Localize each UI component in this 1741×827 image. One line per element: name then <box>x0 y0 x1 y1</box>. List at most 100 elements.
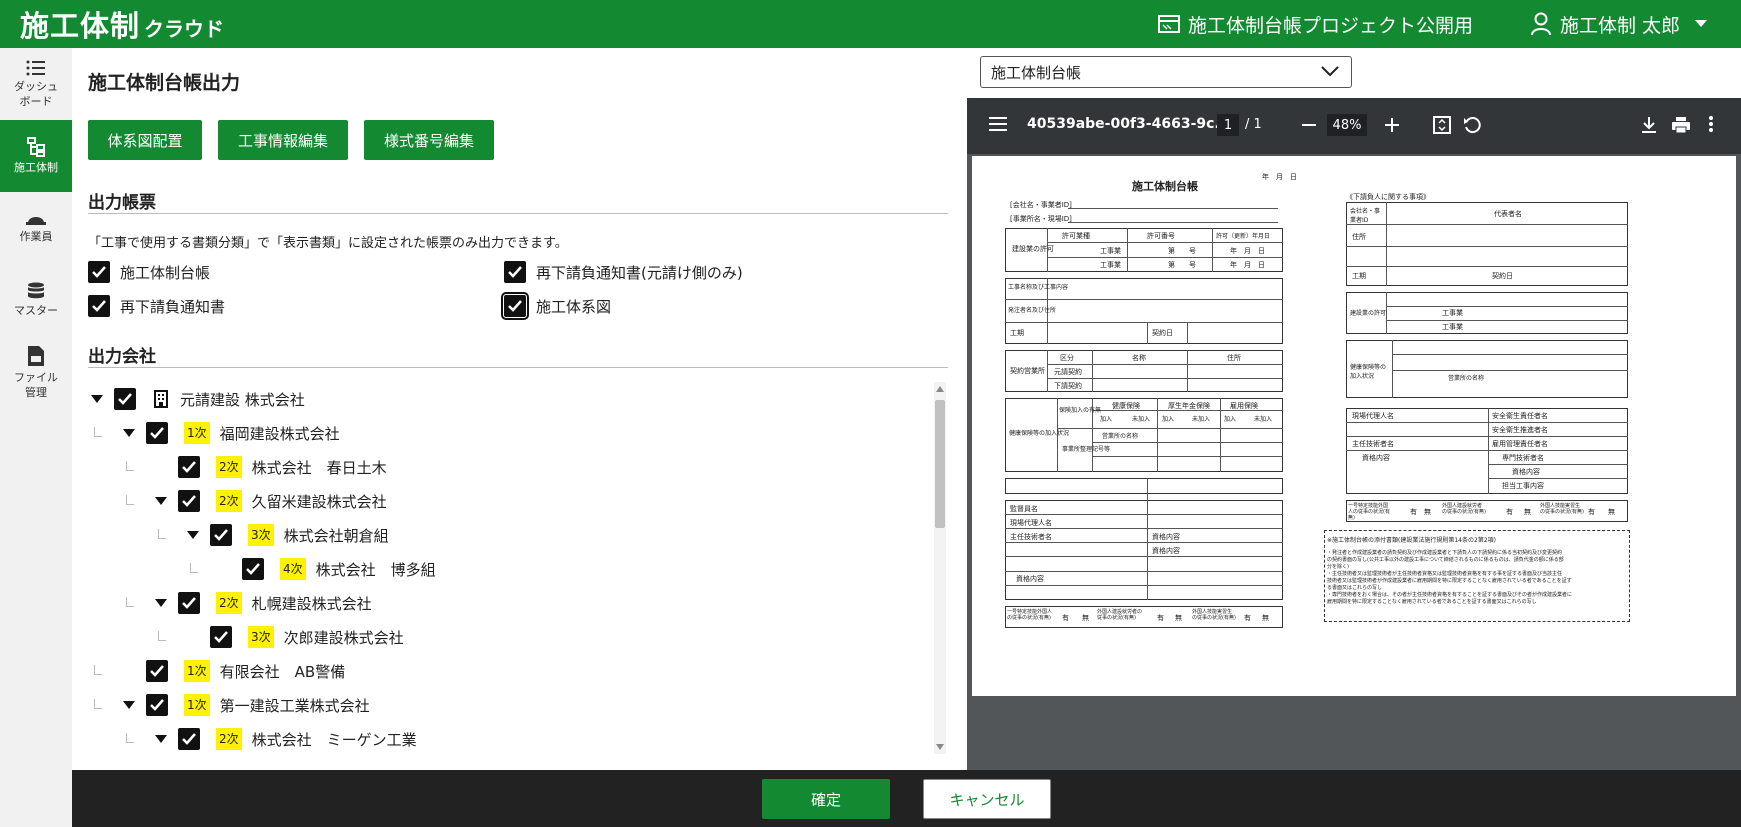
tree-scrollbar[interactable] <box>934 382 946 754</box>
edit-form-number-button[interactable]: 様式番号編集 <box>364 120 494 160</box>
company-name: 次郎建設株式会社 <box>283 628 404 647</box>
tree-row[interactable]: 3次 株式会社朝倉組 <box>184 518 389 552</box>
sidebar-item-system[interactable]: 施工体制 <box>0 120 72 192</box>
doc-yes: 有 <box>1410 508 1417 516</box>
checkbox-checked-icon[interactable] <box>210 524 232 546</box>
doc-field-agent: 現場代理人名 <box>1010 519 1052 527</box>
rotate-icon[interactable] <box>1463 116 1481 134</box>
company-name: 札幌建設株式会社 <box>251 594 372 613</box>
tree-row[interactable]: 3次 次郎建設株式会社 <box>210 620 404 654</box>
doc-attachment-line: 分を除く) <box>1327 564 1349 570</box>
app-logo[interactable]: 施工体制 クラウド <box>20 3 224 45</box>
tree-row[interactable]: 1次 第一建設工業株式会社 <box>120 688 370 722</box>
checkbox-checked-icon[interactable] <box>146 422 168 444</box>
checkbox-checked-icon[interactable] <box>501 292 529 320</box>
tree-row[interactable]: 2次 株式会社 春日土木 <box>178 450 387 484</box>
caret-down-icon[interactable] <box>120 701 138 709</box>
zoom-in-icon[interactable] <box>1385 118 1399 132</box>
doc-date: 年 月 日 <box>1262 173 1297 181</box>
company-tree: 元請建設 株式会社 1次 福岡建設株式会社 2次 株式会社 春日土木 2次 久留… <box>88 382 940 754</box>
checkbox-checked-icon[interactable] <box>178 728 200 750</box>
checkbox-checked-icon[interactable] <box>146 660 168 682</box>
sidebar-item-dashboard[interactable]: ダッシュ ボード <box>0 48 72 120</box>
caret-down-icon[interactable] <box>88 395 106 403</box>
main-panel: 施工体制台帳出力 体系図配置 工事情報編集 様式番号編集 出力帳票 「工事で使用… <box>72 48 962 770</box>
caret-down-icon[interactable] <box>120 429 138 437</box>
tree-row[interactable]: 4次 株式会社 博多組 <box>242 552 436 586</box>
checkbox-checked-icon[interactable] <box>504 261 526 283</box>
zoom-out-icon[interactable] <box>1302 124 1316 126</box>
page-number-input[interactable]: 1 <box>1217 114 1239 136</box>
form-checkbox-resub[interactable]: 再下請負通知書 <box>88 295 225 317</box>
tree-row[interactable]: 元請建設 株式会社 <box>88 382 305 416</box>
more-options-icon[interactable] <box>1709 116 1713 132</box>
doc-safety: 安全衛生責任者名 <box>1492 412 1548 420</box>
doc-qualification: 資格内容 <box>1152 533 1180 541</box>
doc-attachment-line: ・発注者と作成建設業者の請負契約及び作成建設業者と下請負人の下請契約に係る当初契… <box>1327 550 1563 556</box>
checkbox-checked-icon[interactable] <box>178 592 200 614</box>
checkbox-checked-icon[interactable] <box>88 261 110 283</box>
tier-badge: 1次 <box>184 660 210 682</box>
diagram-layout-button[interactable]: 体系図配置 <box>88 120 202 160</box>
sidebar-item-workers[interactable]: 作業員 <box>0 192 72 264</box>
doc-company-field: [会社名・事業者ID] <box>1010 201 1072 209</box>
menu-icon[interactable] <box>989 116 1007 132</box>
doc-contract-row: 下請契約 <box>1054 382 1082 390</box>
tier-badge: 4次 <box>280 558 306 580</box>
scroll-down-icon[interactable] <box>936 744 944 750</box>
confirm-button[interactable]: 確定 <box>762 779 890 819</box>
caret-down-icon[interactable] <box>184 531 202 539</box>
user-menu[interactable]: 施工体制 太郎 <box>1530 0 1708 48</box>
doc-qualification: 資格内容 <box>1016 575 1044 583</box>
tree-connector <box>126 733 134 743</box>
doc-qualification: 資格内容 <box>1152 547 1180 555</box>
doc-project-name: 工事名称及び工事内容 <box>1008 284 1069 291</box>
pdf-file-name: 40539abe-00f3-4663-9c... <box>1027 116 1231 132</box>
print-icon[interactable] <box>1671 116 1691 134</box>
sidebar-label-workers: 作業員 <box>19 230 53 243</box>
checkbox-checked-icon[interactable] <box>210 626 232 648</box>
sidebar-label-master: マスター <box>14 304 58 317</box>
tree-row[interactable]: 2次 久留米建設株式会社 <box>152 484 387 518</box>
form-label: 再下請負通知書(元請け側のみ) <box>536 263 743 282</box>
project-selector[interactable]: 施工体制台帳プロジェクト公開用 <box>1158 0 1473 48</box>
tree-row[interactable]: 1次 有限会社 AB警備 <box>146 654 345 688</box>
scrollbar-thumb[interactable] <box>935 400 945 528</box>
document-select[interactable]: 施工体制台帳 <box>980 56 1352 88</box>
checkbox-checked-icon[interactable] <box>114 388 136 410</box>
doc-permit-col: 許可業種 <box>1062 232 1090 240</box>
doc-join: 加入 <box>1100 416 1113 423</box>
scroll-up-icon[interactable] <box>936 386 944 392</box>
checkbox-checked-icon[interactable] <box>88 295 110 317</box>
tree-row[interactable]: 2次 札幌建設株式会社 <box>152 586 372 620</box>
edit-construction-info-button[interactable]: 工事情報編集 <box>218 120 348 160</box>
checkbox-checked-icon[interactable] <box>146 694 168 716</box>
doc-attachment-line: 雇用期間を特に限定することなく雇用されている者であることを証する書面又はこれらの… <box>1327 599 1537 605</box>
tree-row[interactable]: 2次 株式会社 ミーゲン工業 <box>152 722 417 754</box>
form-checkbox-resub-prime[interactable]: 再下請負通知書(元請け側のみ) <box>504 261 743 283</box>
doc-num: 第 号 <box>1168 247 1196 255</box>
form-checkbox-diagram[interactable]: 施工体系図 <box>501 292 611 320</box>
caret-down-icon[interactable] <box>152 497 170 505</box>
form-checkbox-ledger[interactable]: 施工体制台帳 <box>88 261 210 283</box>
checkbox-checked-icon[interactable] <box>178 456 200 478</box>
checkbox-checked-icon[interactable] <box>178 490 200 512</box>
caret-down-icon[interactable] <box>152 735 170 743</box>
caret-down-icon[interactable] <box>152 599 170 607</box>
cancel-button[interactable]: キャンセル <box>923 779 1051 819</box>
download-icon[interactable] <box>1641 116 1657 134</box>
chevron-down-icon[interactable] <box>1694 19 1708 29</box>
checkbox-checked-icon[interactable] <box>242 558 264 580</box>
zoom-level[interactable]: 48% <box>1327 114 1367 136</box>
tree-connector <box>94 427 102 437</box>
doc-office-name-right: 営業所の名称 <box>1448 375 1485 382</box>
doc-insurance-col: 健康保険 <box>1112 402 1140 410</box>
sidebar-item-master[interactable]: マスター <box>0 264 72 336</box>
tree-row[interactable]: 1次 福岡建設株式会社 <box>120 416 340 450</box>
sidebar-item-files[interactable]: ファイル 管理 <box>0 336 72 408</box>
doc-office-field: [事業所名・現場ID] <box>1010 215 1072 223</box>
doc-attachment-line: ・主任技術者又は監理技術者が主任技術者資格又は監理技術者資格を有する事を証する書… <box>1327 571 1563 577</box>
doc-right-permit-box <box>1346 292 1628 334</box>
form-label: 施工体制台帳 <box>120 263 211 282</box>
fit-page-icon[interactable] <box>1433 116 1451 134</box>
